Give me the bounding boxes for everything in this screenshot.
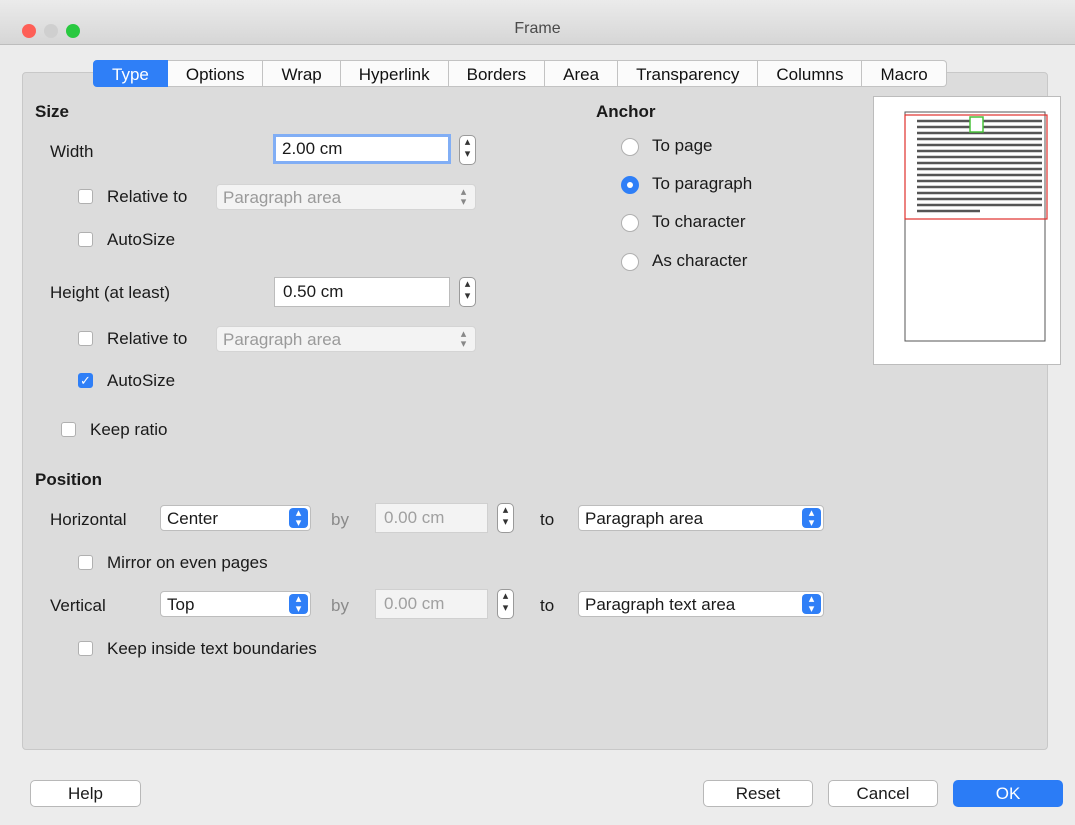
cancel-button[interactable]: Cancel	[828, 780, 938, 807]
height-spinner[interactable]: ▴ ▾	[459, 277, 476, 307]
height-autosize-checkbox[interactable]: ✓	[78, 373, 93, 388]
width-label: Width	[50, 142, 94, 161]
height-relative-checkbox[interactable]	[78, 331, 93, 346]
horizontal-by-spinner[interactable]: ▴ ▾	[497, 503, 514, 533]
tab-macro[interactable]: Macro	[862, 60, 947, 87]
keep-inside-boundaries-label: Keep inside text boundaries	[107, 639, 317, 658]
width-field[interactable]: 2.00 cm	[273, 134, 451, 164]
help-button[interactable]: Help	[30, 780, 141, 807]
vertical-value: Top	[167, 595, 195, 614]
preview-page	[904, 111, 1046, 342]
horizontal-by-label: by	[331, 510, 349, 529]
tab-borders[interactable]: Borders	[448, 60, 546, 87]
width-spinner[interactable]: ▴ ▾	[459, 135, 476, 165]
anchor-as-character-radio[interactable]	[621, 253, 639, 271]
anchor-to-character-label: To character	[652, 212, 746, 231]
width-relative-select[interactable]: Paragraph area ▴ ▾	[216, 184, 476, 210]
horizontal-label: Horizontal	[50, 510, 127, 529]
window-title: Frame	[514, 20, 561, 37]
tab-type[interactable]: Type	[93, 60, 168, 87]
preview-frame-marker	[969, 116, 984, 133]
chevron-updown-icon: ▴ ▾	[460, 186, 467, 208]
chevron-updown-icon: ▴ ▾	[802, 594, 821, 615]
anchor-heading: Anchor	[596, 102, 656, 121]
width-relative-checkbox[interactable]	[78, 189, 93, 204]
vertical-by-spinner[interactable]: ▴ ▾	[497, 589, 514, 619]
horizontal-to-value: Paragraph area	[585, 509, 704, 528]
tab-wrap[interactable]: Wrap	[263, 60, 341, 87]
tab-hyperlink[interactable]: Hyperlink	[340, 60, 449, 87]
tab-transparency[interactable]: Transparency	[618, 60, 759, 87]
chevron-updown-icon: ▴ ▾	[289, 594, 308, 615]
width-autosize-label: AutoSize	[107, 230, 176, 249]
tab-area[interactable]: Area	[545, 60, 619, 87]
size-heading: Size	[35, 102, 70, 121]
width-autosize-checkbox[interactable]	[78, 232, 93, 247]
mirror-even-pages-label: Mirror on even pages	[107, 553, 268, 572]
anchor-to-paragraph-radio[interactable]	[621, 176, 639, 194]
vertical-to-label: to	[540, 596, 555, 615]
ok-button[interactable]: OK	[953, 780, 1063, 807]
vertical-to-value: Paragraph text area	[585, 595, 736, 614]
horizontal-by-field[interactable]: 0.00 cm	[375, 503, 488, 533]
chevron-updown-icon: ▴ ▾	[289, 508, 308, 529]
height-label: Height (at least)	[50, 283, 170, 302]
height-relative-label: Relative to	[107, 329, 188, 348]
anchor-as-character-label: As character	[652, 251, 748, 270]
anchor-to-page-radio[interactable]	[621, 138, 639, 156]
anchor-to-page-label: To page	[652, 136, 713, 155]
vertical-label: Vertical	[50, 596, 106, 615]
width-relative-value: Paragraph area	[223, 188, 342, 207]
tab-columns[interactable]: Columns	[758, 60, 863, 87]
horizontal-select[interactable]: Center ▴ ▾	[160, 505, 311, 531]
keep-inside-boundaries-checkbox[interactable]	[78, 641, 93, 656]
mirror-even-pages-checkbox[interactable]	[78, 555, 93, 570]
tab-options[interactable]: Options	[167, 60, 264, 87]
height-relative-select[interactable]: Paragraph area ▴ ▾	[216, 326, 476, 352]
chevron-updown-icon: ▴ ▾	[460, 328, 467, 350]
horizontal-to-select[interactable]: Paragraph area ▴ ▾	[578, 505, 824, 531]
vertical-to-select[interactable]: Paragraph text area ▴ ▾	[578, 591, 824, 617]
height-relative-value: Paragraph area	[223, 330, 342, 349]
horizontal-value: Center	[167, 509, 219, 528]
anchor-to-character-radio[interactable]	[621, 214, 639, 232]
height-autosize-label: AutoSize	[107, 371, 176, 390]
vertical-by-field[interactable]: 0.00 cm	[375, 589, 488, 619]
tab-bar: Type Options Wrap Hyperlink Borders Area…	[93, 60, 947, 87]
position-heading: Position	[35, 470, 103, 489]
chevron-updown-icon: ▴ ▾	[802, 508, 821, 529]
vertical-select[interactable]: Top ▴ ▾	[160, 591, 311, 617]
keep-ratio-label: Keep ratio	[90, 420, 168, 439]
width-relative-label: Relative to	[107, 187, 188, 206]
reset-button[interactable]: Reset	[703, 780, 813, 807]
height-field[interactable]: 0.50 cm	[274, 277, 450, 307]
horizontal-to-label: to	[540, 510, 555, 529]
vertical-by-label: by	[331, 596, 349, 615]
frame-preview	[873, 96, 1061, 365]
keep-ratio-checkbox[interactable]	[61, 422, 76, 437]
preview-page-graphic	[904, 111, 1048, 342]
anchor-to-paragraph-label: To paragraph	[652, 174, 753, 193]
